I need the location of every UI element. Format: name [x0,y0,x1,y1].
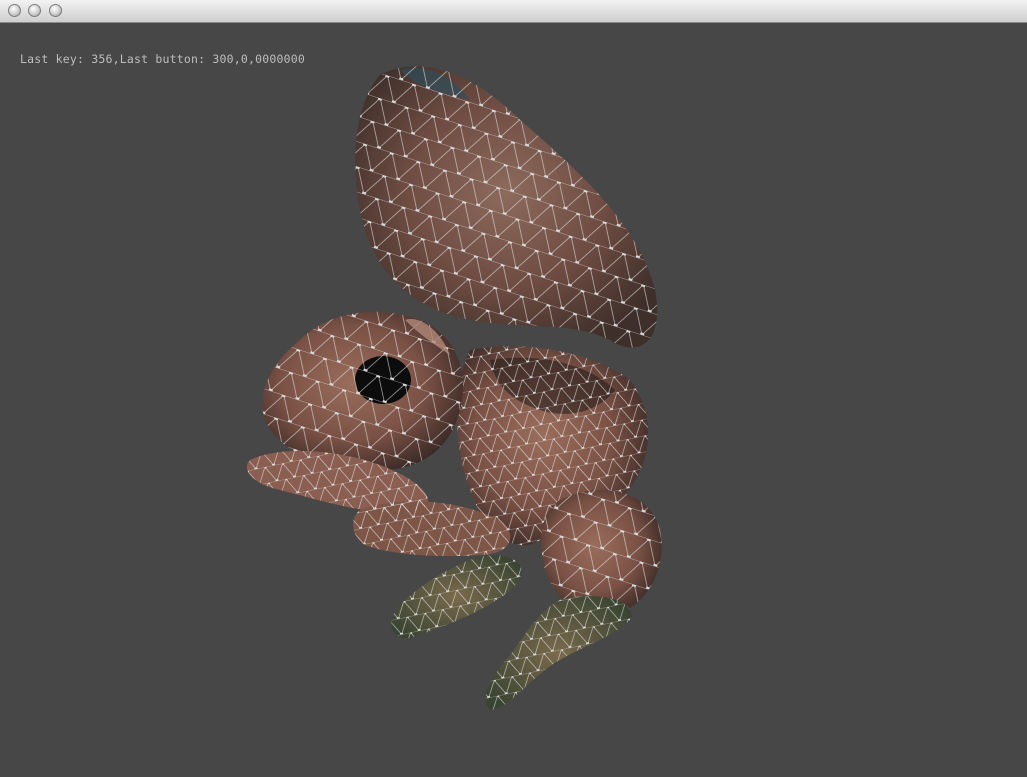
tail-mesh [355,66,658,348]
haunch-mesh [541,490,662,616]
mesh-model[interactable] [0,0,1027,777]
app-window: Last key: 356,Last button: 300,0,0000000 [0,0,1027,777]
head-mesh [262,311,464,470]
